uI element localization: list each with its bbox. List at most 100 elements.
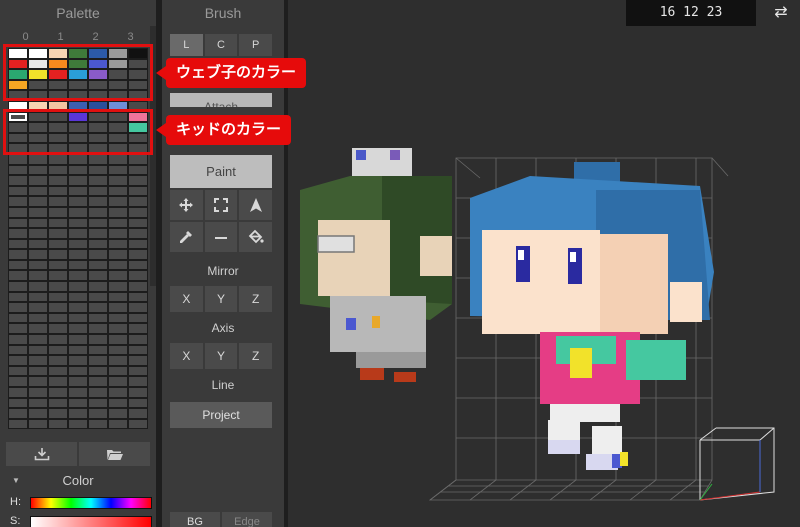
palette-swatch[interactable]	[29, 419, 47, 429]
palette-swatch[interactable]	[29, 388, 47, 397]
palette-swatch[interactable]	[49, 345, 67, 355]
palette-swatch[interactable]	[89, 218, 107, 228]
palette-swatch[interactable]	[129, 165, 147, 175]
palette-swatch[interactable]	[29, 271, 47, 281]
palette-swatch[interactable]	[69, 260, 87, 270]
palette-swatch[interactable]	[109, 366, 127, 376]
palette-swatch[interactable]	[49, 282, 67, 291]
palette-swatch[interactable]	[109, 282, 127, 291]
fill-bucket-tool-button[interactable]	[239, 222, 272, 252]
palette-swatch[interactable]	[89, 388, 107, 397]
palette-swatch[interactable]	[9, 271, 27, 281]
palette-swatch[interactable]	[69, 409, 87, 418]
palette-swatch[interactable]	[129, 250, 147, 259]
axis-z-button[interactable]: Z	[239, 343, 273, 369]
palette-swatch[interactable]	[129, 186, 147, 196]
palette-swatch[interactable]	[29, 345, 47, 355]
voxel-viewport[interactable]	[288, 0, 800, 527]
palette-swatch[interactable]	[109, 388, 127, 397]
palette-swatch[interactable]	[129, 239, 147, 249]
brush-mode-c-button[interactable]: C	[204, 34, 238, 56]
palette-swatch[interactable]	[129, 366, 147, 376]
palette-swatch[interactable]	[129, 419, 147, 429]
palette-swatch[interactable]	[29, 356, 47, 365]
palette-swatch[interactable]	[89, 313, 107, 323]
palette-swatch[interactable]	[89, 303, 107, 312]
palette-swatch[interactable]	[49, 165, 67, 175]
palette-swatch[interactable]	[69, 271, 87, 281]
palette-swatch[interactable]	[49, 250, 67, 259]
palette-swatch[interactable]	[109, 398, 127, 408]
palette-swatch[interactable]	[69, 292, 87, 302]
palette-swatch[interactable]	[69, 239, 87, 249]
palette-swatch[interactable]	[109, 335, 127, 344]
palette-swatch[interactable]	[29, 377, 47, 386]
palette-swatch[interactable]	[69, 366, 87, 376]
palette-swatch[interactable]	[109, 218, 127, 228]
palette-swatch[interactable]	[109, 409, 127, 418]
palette-swatch[interactable]	[109, 356, 127, 365]
palette-swatch[interactable]	[129, 207, 147, 217]
palette-swatch[interactable]	[29, 207, 47, 217]
attach-button[interactable]: Attach	[170, 93, 272, 107]
palette-swatch[interactable]	[9, 398, 27, 408]
palette-column-2[interactable]: 2	[78, 31, 113, 45]
palette-swatch[interactable]	[9, 377, 27, 386]
palette-swatch[interactable]	[89, 335, 107, 344]
palette-swatch[interactable]	[109, 324, 127, 334]
project-button[interactable]: Project	[170, 402, 272, 428]
palette-swatch[interactable]	[49, 303, 67, 312]
palette-swatch[interactable]	[29, 409, 47, 418]
palette-swatch[interactable]	[49, 154, 67, 164]
tab-bg[interactable]: BG	[170, 512, 220, 527]
palette-swatch[interactable]	[109, 345, 127, 355]
palette-swatch[interactable]	[29, 154, 47, 164]
palette-swatch[interactable]	[69, 218, 87, 228]
palette-swatch[interactable]	[9, 345, 27, 355]
palette-swatch[interactable]	[89, 154, 107, 164]
palette-swatch[interactable]	[49, 218, 67, 228]
palette-swatch[interactable]	[69, 303, 87, 312]
palette-swatch[interactable]	[29, 250, 47, 259]
mirror-x-button[interactable]: X	[170, 286, 203, 312]
palette-swatch[interactable]	[69, 377, 87, 386]
palette-swatch[interactable]	[129, 292, 147, 302]
tab-edge[interactable]: Edge	[222, 512, 272, 527]
palette-swatch[interactable]	[9, 176, 27, 185]
palette-swatch[interactable]	[9, 239, 27, 249]
mirror-y-button[interactable]: Y	[204, 286, 238, 312]
palette-swatch[interactable]	[9, 388, 27, 397]
eyedropper-tool-button[interactable]	[170, 222, 203, 252]
palette-swatch[interactable]	[129, 324, 147, 334]
cursor-tool-button[interactable]	[239, 190, 272, 220]
palette-swatch[interactable]	[109, 197, 127, 206]
palette-swatch[interactable]	[109, 271, 127, 281]
palette-swatch[interactable]	[49, 239, 67, 249]
palette-swatch[interactable]	[69, 176, 87, 185]
palette-swatch[interactable]	[109, 292, 127, 302]
palette-swatch[interactable]	[129, 377, 147, 386]
palette-swatch[interactable]	[9, 303, 27, 312]
palette-swatch[interactable]	[49, 335, 67, 344]
palette-swatch[interactable]	[69, 388, 87, 397]
palette-swatch[interactable]	[129, 218, 147, 228]
palette-swatch[interactable]	[29, 303, 47, 312]
palette-swatch[interactable]	[89, 409, 107, 418]
palette-swatch[interactable]	[89, 229, 107, 238]
palette-swatch[interactable]	[9, 207, 27, 217]
palette-swatch[interactable]	[29, 282, 47, 291]
palette-swatch[interactable]	[129, 335, 147, 344]
palette-swatch[interactable]	[9, 366, 27, 376]
palette-swatch[interactable]	[29, 260, 47, 270]
palette-swatch[interactable]	[89, 207, 107, 217]
palette-swatch[interactable]	[109, 250, 127, 259]
palette-swatch[interactable]	[29, 292, 47, 302]
palette-swatch[interactable]	[49, 229, 67, 238]
hue-slider[interactable]	[30, 497, 152, 509]
palette-swatch[interactable]	[69, 398, 87, 408]
palette-swatch[interactable]	[49, 292, 67, 302]
palette-swatch[interactable]	[29, 398, 47, 408]
palette-swatch[interactable]	[109, 154, 127, 164]
palette-swatch[interactable]	[129, 197, 147, 206]
palette-swatch[interactable]	[9, 218, 27, 228]
